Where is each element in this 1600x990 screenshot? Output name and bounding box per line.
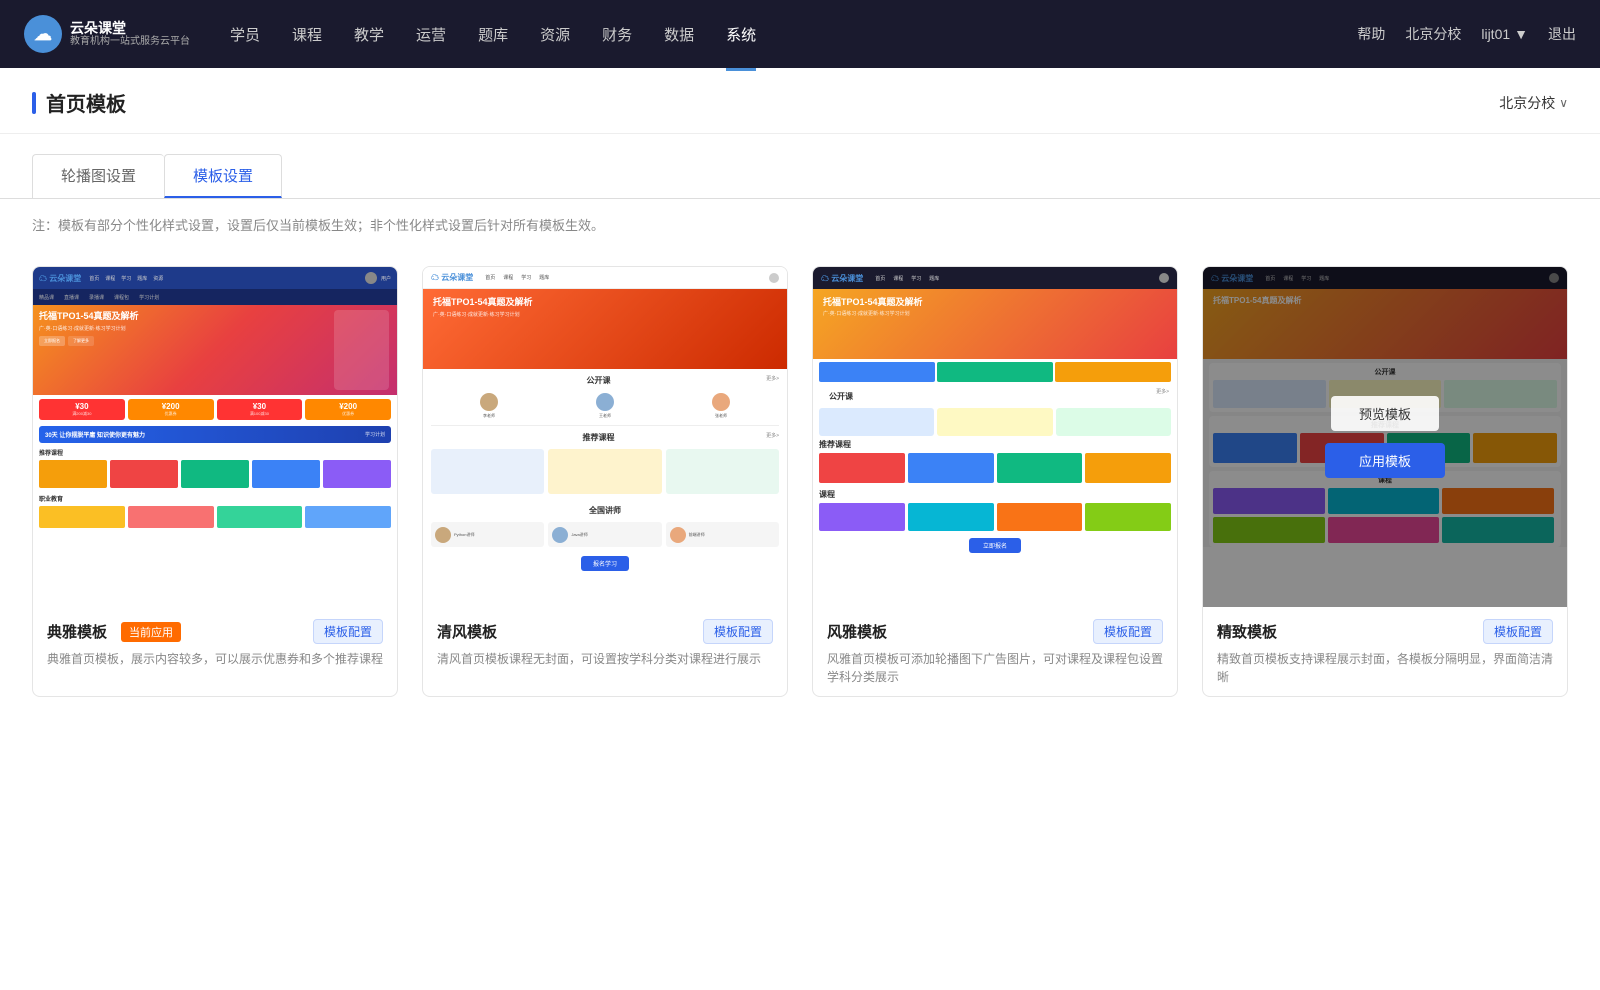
template-preview-3: ☁ 云朵课堂 首页课程学习题库 托福TPO1-54真题及解析 广·英·口语练习·… [813,267,1177,607]
template-config-btn-3[interactable]: 模板配置 [1093,619,1163,644]
logo-title: 云朵课堂 [70,20,190,37]
template-card-4: ☁ 云朵课堂 首页课程学习题库 托福TPO1-54真题及解析 公开课 [1202,266,1568,697]
nav-username: lijt01 [1481,26,1510,42]
nav-item-operations[interactable]: 运营 [416,20,446,49]
template-card-1: ☁ 云朵课堂 首页课程学习题库资源 用户 精品课直播课录播课课程包学习计划 [32,266,398,697]
template-name-1: 典雅模板 [47,621,107,642]
logo-subtitle: 教育机构一站式服务云平台 [70,36,190,48]
template-config-btn-1[interactable]: 模板配置 [313,619,383,644]
navbar: ☁ 云朵课堂 教育机构一站式服务云平台 学员 课程 教学 运营 题库 资源 财务… [0,0,1600,68]
template-footer-1: 典雅模板 当前应用 模板配置 典雅首页模板，展示内容较多，可以展示优惠券和多个推… [33,607,397,678]
template-name-row-1: 典雅模板 当前应用 模板配置 [47,619,383,644]
template-desc-3: 风雅首页模板可添加轮播图下广告图片，可对课程及课程包设置学科分类展示 [827,650,1163,686]
nav-menu: 学员 课程 教学 运营 题库 资源 财务 数据 系统 [230,20,1357,49]
template-name-row-2: 清风模板 模板配置 [437,619,773,644]
nav-user-chevron: ▼ [1514,26,1528,42]
preview-template-btn-4[interactable]: 预览模板 [1331,396,1439,431]
template-footer-3: 风雅模板 模板配置 风雅首页模板可添加轮播图下广告图片，可对课程及课程包设置学科… [813,607,1177,696]
template-footer-4: 精致模板 模板配置 精致首页模板支持课程展示封面，各模板分隔明显，界面简洁清晰 [1203,607,1567,696]
template-name-4: 精致模板 [1217,621,1277,642]
template-card-2: ☁ 云朵课堂 首页课程学习题库 托福TPO1-54真题及解析 广·英·口语练习·… [422,266,788,697]
template-name-row-3: 风雅模板 模板配置 [827,619,1163,644]
template-config-btn-4[interactable]: 模板配置 [1483,619,1553,644]
nav-item-teaching[interactable]: 教学 [354,20,384,49]
branch-name: 北京分校 [1499,93,1555,113]
template-desc-1: 典雅首页模板，展示内容较多，可以展示优惠券和多个推荐课程 [47,650,383,668]
template-name-row-4: 精致模板 模板配置 [1217,619,1553,644]
tab-template[interactable]: 模板设置 [164,154,282,198]
nav-item-data[interactable]: 数据 [664,20,694,49]
template-card-3: ☁ 云朵课堂 首页课程学习题库 托福TPO1-54真题及解析 广·英·口语练习·… [812,266,1178,697]
apply-template-btn-4[interactable]: 应用模板 [1325,443,1445,478]
template-preview-1: ☁ 云朵课堂 首页课程学习题库资源 用户 精品课直播课录播课课程包学习计划 [33,267,397,607]
nav-item-students[interactable]: 学员 [230,20,260,49]
nav-item-courses[interactable]: 课程 [292,20,322,49]
nav-user[interactable]: lijt01 ▼ [1481,26,1528,42]
nav-item-questionbank[interactable]: 题库 [478,20,508,49]
tabs-container: 轮播图设置 模板设置 [0,134,1600,199]
nav-item-finance[interactable]: 财务 [602,20,632,49]
notice-text: 注：模板有部分个性化样式设置，设置后仅当前模板生效；非个性化样式设置后针对所有模… [0,199,1600,250]
template-desc-2: 清风首页模板课程无封面，可设置按学科分类对课程进行展示 [437,650,773,668]
template-preview-2: ☁ 云朵课堂 首页课程学习题库 托福TPO1-54真题及解析 广·英·口语练习·… [423,267,787,607]
template-hover-overlay-4: 预览模板 应用模板 [1203,267,1567,607]
template-footer-2: 清风模板 模板配置 清风首页模板课程无封面，可设置按学科分类对课程进行展示 [423,607,787,678]
logo-text: 云朵课堂 教育机构一站式服务云平台 [70,20,190,49]
branch-selector[interactable]: 北京分校 ∨ [1499,93,1568,113]
page-header: 首页模板 北京分校 ∨ [0,68,1600,134]
nav-logout[interactable]: 退出 [1548,24,1576,44]
page-body: 首页模板 北京分校 ∨ 轮播图设置 模板设置 注：模板有部分个性化样式设置，设置… [0,68,1600,990]
template-name-3: 风雅模板 [827,621,887,642]
template-preview-4: ☁ 云朵课堂 首页课程学习题库 托福TPO1-54真题及解析 公开课 [1203,267,1567,607]
chevron-down-icon: ∨ [1559,96,1568,110]
nav-branch[interactable]: 北京分校 [1405,24,1461,44]
template-name-2: 清风模板 [437,621,497,642]
template-badge-1: 当前应用 [121,622,181,642]
page-title-bar [32,92,36,114]
page-title: 首页模板 [46,88,126,117]
nav-item-resources[interactable]: 资源 [540,20,570,49]
tab-carousel[interactable]: 轮播图设置 [32,154,164,198]
nav-right: 帮助 北京分校 lijt01 ▼ 退出 [1357,24,1576,44]
logo[interactable]: ☁ 云朵课堂 教育机构一站式服务云平台 [24,15,190,53]
templates-grid: ☁ 云朵课堂 首页课程学习题库资源 用户 精品课直播课录播课课程包学习计划 [0,250,1600,737]
template-desc-4: 精致首页模板支持课程展示封面，各模板分隔明显，界面简洁清晰 [1217,650,1553,686]
template-config-btn-2[interactable]: 模板配置 [703,619,773,644]
nav-help[interactable]: 帮助 [1357,24,1385,44]
nav-item-system[interactable]: 系统 [726,20,756,49]
page-title-wrapper: 首页模板 [32,88,126,117]
logo-icon: ☁ [24,15,62,53]
